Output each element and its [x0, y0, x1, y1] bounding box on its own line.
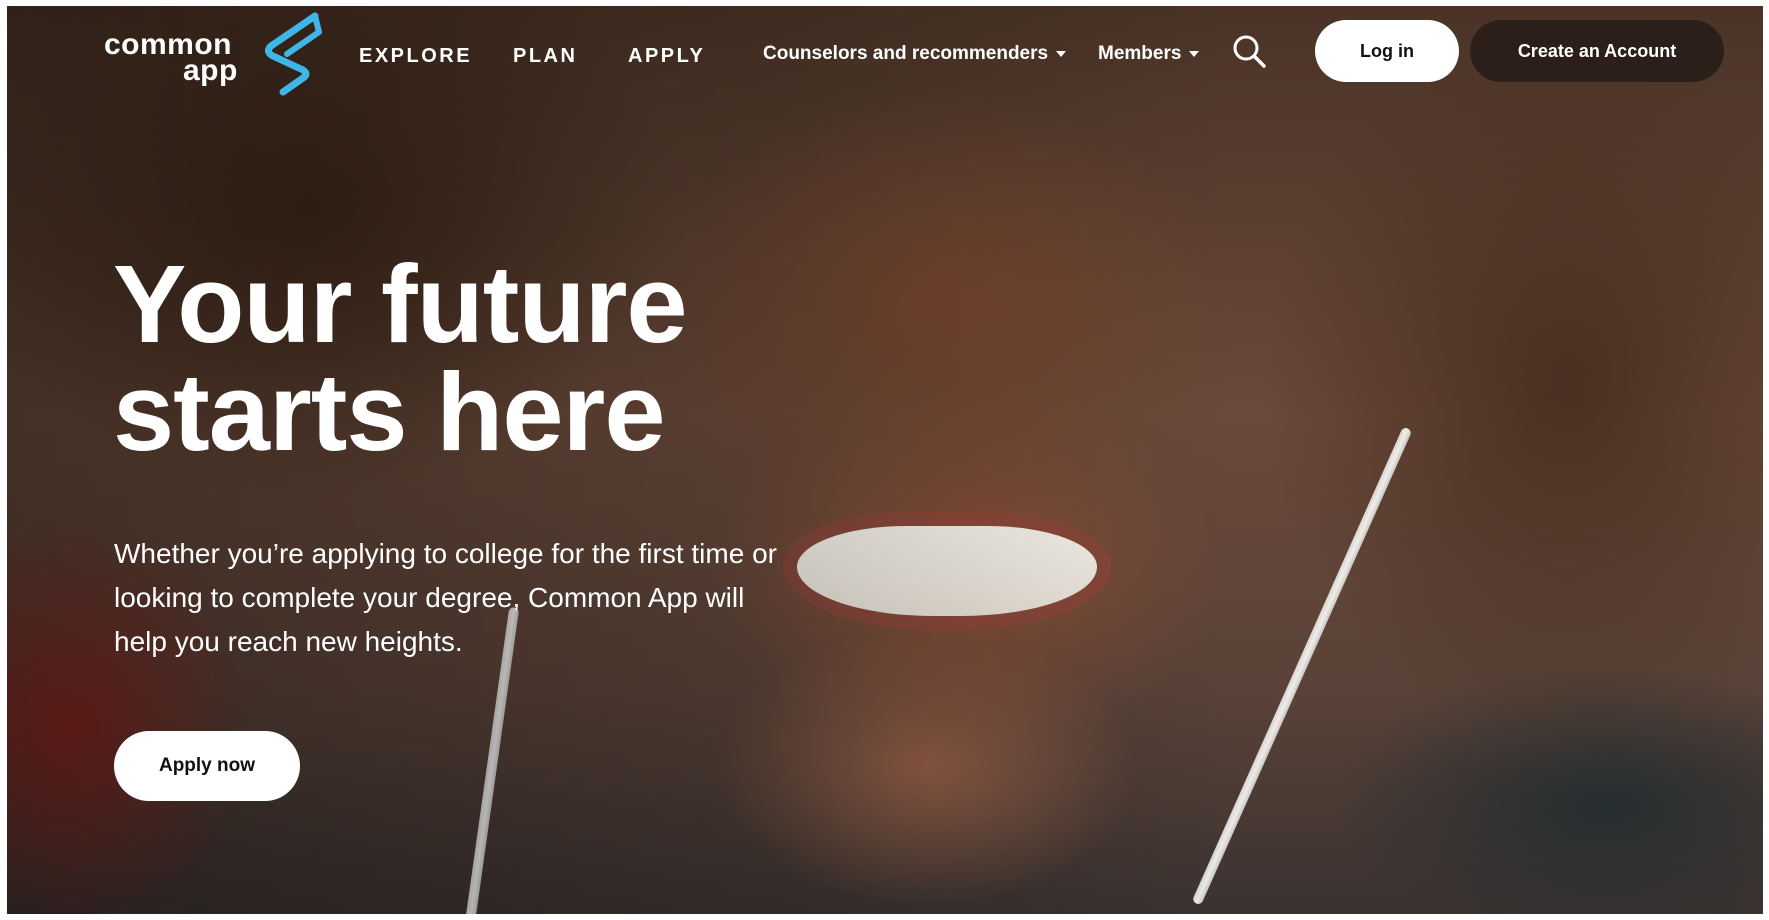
chevron-down-icon	[1189, 51, 1200, 57]
chevron-down-icon	[1056, 51, 1067, 57]
nav-explore[interactable]: EXPLORE	[359, 44, 472, 68]
hero-subtitle-line: Whether you’re applying to college for t…	[114, 538, 777, 569]
hero-photo-earphone-cable-right	[1191, 426, 1413, 906]
hero-subtitle-line: looking to complete your degree, Common …	[114, 582, 745, 613]
hero-title: Your future starts here	[113, 243, 688, 474]
apply-now-button[interactable]: Apply now	[114, 731, 300, 801]
nav-counselors-label: Counselors and recommenders	[763, 43, 1049, 64]
nav-members-label: Members	[1098, 43, 1182, 64]
common-app-logo[interactable]: common app	[104, 12, 324, 98]
common-app-logo-mark	[264, 12, 322, 96]
hero-subtitle: Whether you’re applying to college for t…	[114, 532, 934, 664]
nav-counselors-dropdown[interactable]: Counselors and recommenders	[763, 42, 1067, 66]
hero-title-line: Your future	[113, 243, 688, 366]
search-icon[interactable]	[1232, 34, 1266, 68]
login-button[interactable]: Log in	[1315, 20, 1459, 82]
create-account-button[interactable]: Create an Account	[1470, 20, 1724, 82]
logo-text-app: app	[183, 54, 238, 87]
site-header: common app EXPLORE PLAN APPLY Counselors…	[7, 6, 1763, 96]
nav-members-dropdown[interactable]: Members	[1098, 42, 1200, 66]
hero-background: common app EXPLORE PLAN APPLY Counselors…	[7, 6, 1763, 914]
hero-subtitle-line: help you reach new heights.	[114, 626, 463, 657]
nav-plan[interactable]: PLAN	[513, 44, 577, 68]
hero-title-line: starts here	[113, 351, 666, 474]
nav-apply[interactable]: APPLY	[628, 44, 705, 68]
